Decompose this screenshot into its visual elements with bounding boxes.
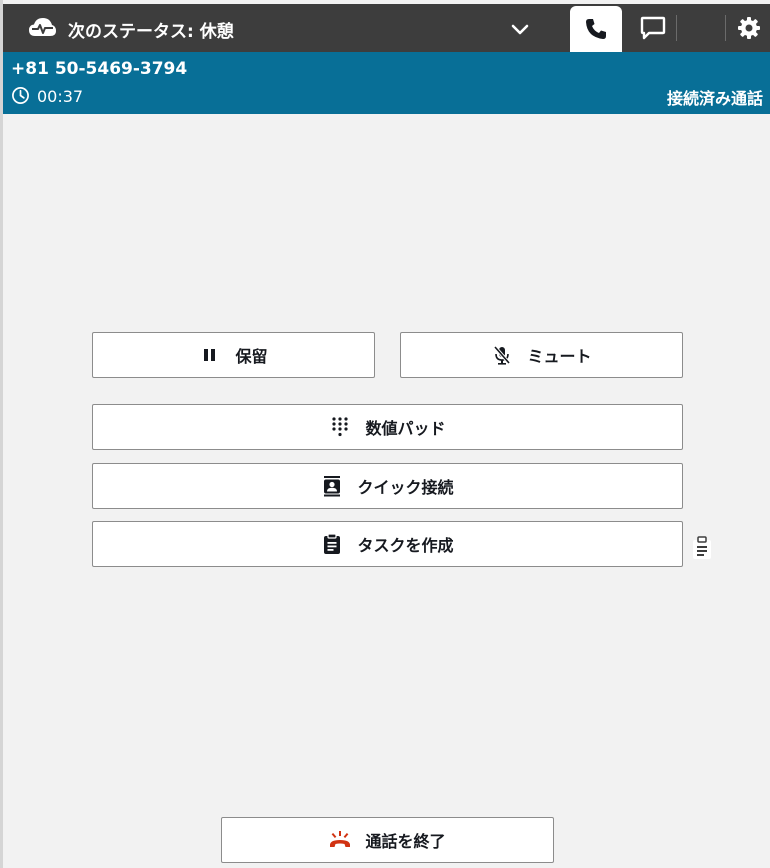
- tab-divider: [725, 15, 726, 41]
- end-call-label: 通話を終了: [365, 832, 446, 851]
- left-edge: [0, 0, 3, 868]
- create-task-label: タスクを作成: [357, 536, 454, 555]
- pause-icon: [199, 344, 221, 366]
- tab-divider: [676, 15, 677, 41]
- chat-icon: [640, 16, 666, 40]
- call-state: 接続済み通話: [666, 89, 763, 108]
- create-task-button[interactable]: タスクを作成: [92, 521, 683, 567]
- quick-connect-button[interactable]: クイック接続: [92, 463, 683, 509]
- keypad-icon: [329, 416, 351, 438]
- clipboard-icon: [321, 533, 343, 555]
- cloud-heartbeat-icon: [29, 18, 56, 36]
- keypad-label: 数値パッド: [365, 419, 446, 438]
- caller-number: +81 50-5469-3794: [11, 59, 188, 79]
- tab-settings[interactable]: [728, 4, 770, 52]
- tab-tasks[interactable]: [679, 525, 725, 571]
- mute-label: ミュート: [527, 347, 592, 366]
- hold-button[interactable]: 保留: [92, 332, 375, 378]
- call-info-bar: +81 50-5469-3794 00:37 接続済み通話: [3, 52, 770, 114]
- hold-label: 保留: [235, 347, 268, 366]
- clock-icon: [12, 87, 29, 104]
- mute-button[interactable]: ミュート: [400, 332, 683, 378]
- gear-icon: [738, 17, 760, 39]
- chevron-down-icon[interactable]: [509, 18, 531, 40]
- next-status-text: 次のステータス: 休憩: [68, 22, 234, 42]
- contact-card-icon: [321, 475, 343, 497]
- keypad-button[interactable]: 数値パッド: [92, 404, 683, 450]
- clipboard-icon: [693, 536, 711, 559]
- microphone-off-icon: [491, 344, 513, 366]
- phone-icon: [586, 19, 606, 39]
- top-bar: 次のステータス: 休憩: [3, 4, 770, 559]
- tab-chat[interactable]: [630, 4, 676, 52]
- tab-phone[interactable]: [570, 6, 622, 52]
- ccp-softphone: 次のステータス: 休憩 +81 50-5469-3794 00:37 接続済み通…: [0, 0, 770, 868]
- quick-connect-label: クイック接続: [357, 478, 454, 497]
- call-timer: 00:37: [37, 87, 84, 106]
- hang-up-icon: [329, 829, 351, 851]
- end-call-button[interactable]: 通話を終了: [221, 817, 554, 863]
